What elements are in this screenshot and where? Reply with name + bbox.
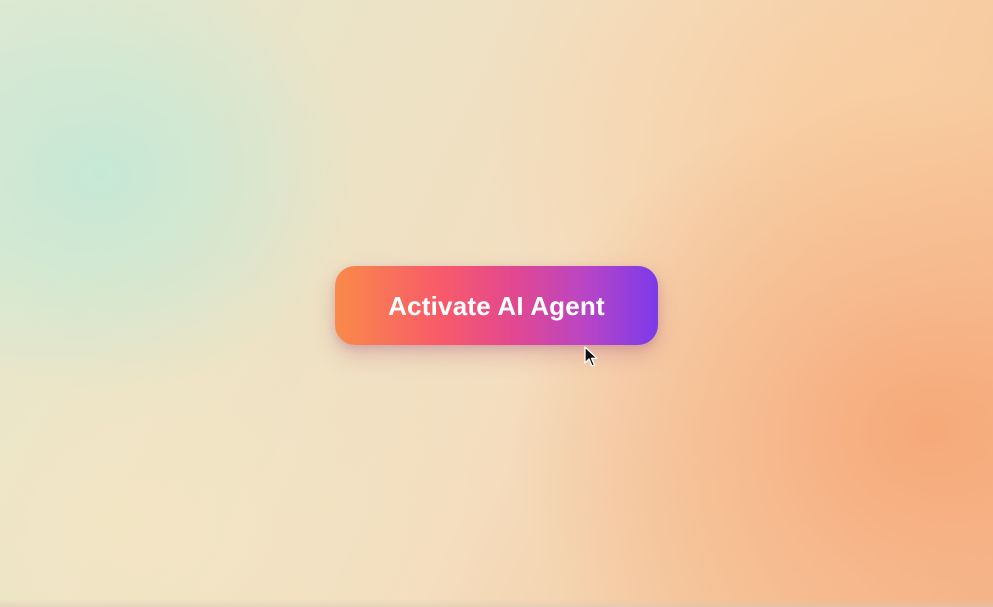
background-canvas: Activate AI Agent — [0, 0, 993, 607]
mouse-pointer-icon — [584, 346, 598, 367]
activate-button-label: Activate AI Agent — [388, 290, 605, 321]
bottom-edge-shadow — [0, 599, 993, 607]
activate-ai-agent-button[interactable]: Activate AI Agent — [335, 266, 658, 345]
